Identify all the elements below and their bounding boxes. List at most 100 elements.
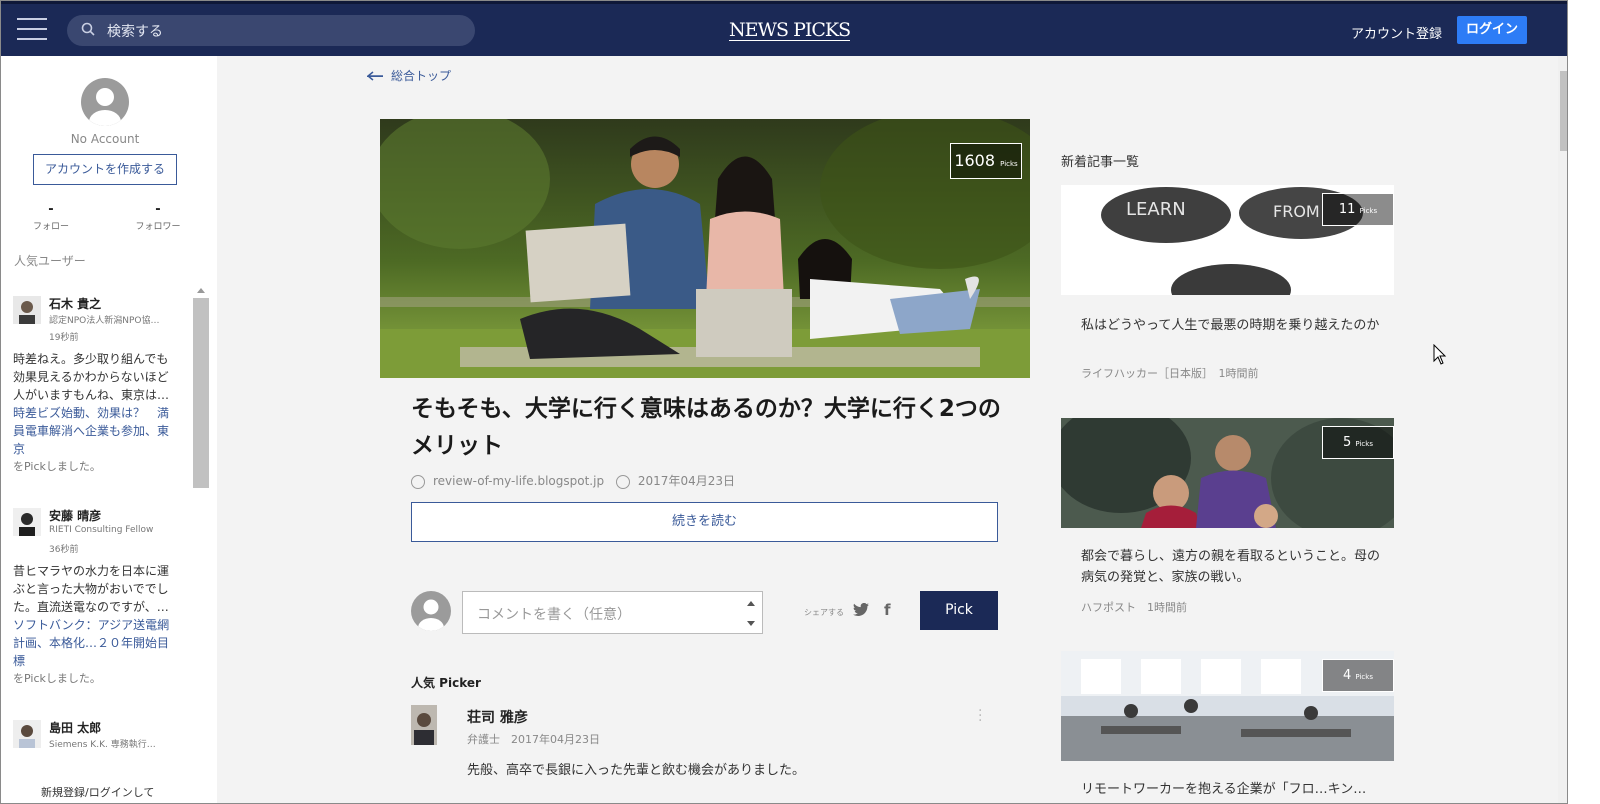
user-name[interactable]: 島田 太郎 bbox=[49, 719, 101, 736]
spin-down-icon[interactable] bbox=[747, 621, 755, 626]
picker-meta: 弁護士 2017年04月23日 bbox=[467, 731, 600, 747]
picker-avatar[interactable] bbox=[411, 705, 437, 745]
follower-label: フォロワー bbox=[135, 222, 181, 232]
pick-button[interactable]: Pick bbox=[920, 591, 998, 630]
picker-role: 弁護士 bbox=[467, 733, 500, 746]
new-articles-heading: 新着記事一覧 bbox=[1061, 155, 1140, 170]
spin-up-icon[interactable] bbox=[747, 601, 755, 606]
list-item: 安藤 晴彦 RIETI Consulting Fellow 36秒前 昔ヒマラヤ… bbox=[13, 500, 191, 712]
user-title: RIETI Consulting Fellow bbox=[49, 525, 154, 535]
follower-stat[interactable]: - フォロワー bbox=[128, 202, 188, 232]
user-name[interactable]: 石木 貴之 bbox=[49, 295, 101, 312]
user-avatar[interactable] bbox=[13, 508, 41, 536]
article-thumb[interactable]: 5 Picks bbox=[1061, 418, 1394, 528]
browser-viewport: 検索する NEWS PICKS アカウント登録 ログイン No Account … bbox=[0, 0, 1568, 804]
article-title[interactable]: 私はどうやって人生で最悪の時期を乗り越えたのか bbox=[1081, 315, 1381, 336]
picker-name[interactable]: 荘司 雅彦 bbox=[467, 707, 528, 727]
list-item: 島田 太郎 Siemens K.K. 専務執行… bbox=[13, 712, 191, 749]
picked-article-link[interactable]: 時差ビズ始動、効果は？ 満員電車解消へ企業も参加、東京 bbox=[13, 404, 173, 458]
picked-article-link[interactable]: ソフトバンク：アジア送電網計画、本格化…２０年開始目標 bbox=[13, 616, 173, 670]
search-placeholder: 検索する bbox=[107, 24, 163, 40]
left-sidebar: No Account アカウントを作成する - フォロー - フォロワー 人気ユ… bbox=[1, 56, 217, 803]
avatar bbox=[81, 78, 129, 126]
article-source: ハフポスト 1時間前 bbox=[1081, 599, 1187, 615]
picks-count: 1608 bbox=[954, 151, 996, 170]
follow-count: - bbox=[48, 202, 54, 217]
twitter-icon[interactable] bbox=[853, 603, 869, 617]
facebook-icon[interactable]: f bbox=[884, 601, 891, 619]
list-item: 石木 貴之 認定NPO法人新潟NPO協… 19秒前 時差ねえ。多少取り組んでも効… bbox=[13, 288, 191, 500]
picks-badge: 1608 Picks bbox=[950, 143, 1022, 179]
follow-label: フォロー bbox=[32, 222, 69, 232]
popular-picker-heading: 人気 Picker bbox=[411, 676, 481, 690]
user-avatar[interactable] bbox=[13, 720, 41, 748]
create-account-button[interactable]: アカウントを作成する bbox=[33, 154, 177, 185]
picked-suffix: をPickしました。 bbox=[13, 460, 101, 473]
article-meta: review-of-my-life.blogspot.jp 2017年04月23… bbox=[411, 472, 735, 489]
signup-prompt[interactable]: 新規登録/ログインして bbox=[41, 784, 154, 800]
picks-unit: Picks bbox=[1355, 673, 1373, 681]
user-time: 19秒前 bbox=[49, 333, 79, 343]
avatar bbox=[411, 591, 451, 631]
svg-text:FROM: FROM bbox=[1273, 202, 1320, 221]
mouse-cursor-icon bbox=[1433, 344, 1447, 365]
article-title[interactable]: 都会で暮らし、遠方の親を看取るということ。母の病気の発覚と、家族の戦い。 bbox=[1081, 546, 1381, 588]
article-source[interactable]: review-of-my-life.blogspot.jp bbox=[433, 474, 604, 488]
picks-badge: 5 Picks bbox=[1322, 426, 1394, 459]
site-logo[interactable]: NEWS PICKS bbox=[729, 20, 851, 41]
article-title[interactable]: リモートワーカーを抱える企業が「フロ…キン… bbox=[1081, 779, 1381, 800]
picks-unit: Picks bbox=[1359, 207, 1378, 215]
clock-icon bbox=[615, 474, 630, 489]
picks-count: 4 bbox=[1343, 668, 1352, 683]
back-to-top-link[interactable]: 総合トップ bbox=[367, 67, 451, 84]
picks-badge: 4 Picks bbox=[1322, 659, 1394, 692]
user-title: 認定NPO法人新潟NPO協… bbox=[49, 316, 160, 326]
svg-text:LEARN: LEARN bbox=[1126, 199, 1186, 220]
article-hero-image[interactable]: 1608 Picks bbox=[380, 119, 1030, 378]
article-date: 2017年04月23日 bbox=[637, 474, 735, 488]
picked-suffix: をPickしました。 bbox=[13, 672, 101, 685]
source-time: 1時間前 bbox=[1218, 367, 1259, 380]
article-thumb[interactable]: LEARN FROM 11 Picks bbox=[1061, 185, 1394, 295]
comment-placeholder: コメントを書く（任意） bbox=[477, 607, 631, 623]
user-name[interactable]: 安藤 晴彦 bbox=[49, 507, 101, 524]
scroll-up-icon[interactable] bbox=[197, 288, 205, 293]
no-account-label: No Account bbox=[70, 132, 140, 146]
page-scroll-thumb[interactable] bbox=[1560, 71, 1567, 151]
source-name: ハフポスト bbox=[1081, 601, 1136, 614]
popular-users-heading: 人気ユーザー bbox=[14, 254, 86, 268]
share-label: シェアする bbox=[804, 608, 844, 617]
user-time: 36秒前 bbox=[49, 545, 79, 555]
popular-user-list[interactable]: 石木 貴之 認定NPO法人新潟NPO協… 19秒前 時差ねえ。多少取り組んでも効… bbox=[13, 288, 191, 749]
back-arrow-icon bbox=[367, 71, 383, 81]
globe-icon bbox=[411, 474, 425, 489]
follower-count: - bbox=[155, 202, 161, 217]
user-list-scrollbar[interactable] bbox=[193, 288, 209, 488]
more-icon[interactable]: · · · bbox=[978, 704, 982, 728]
top-header: 検索する NEWS PICKS アカウント登録 ログイン bbox=[1, 1, 1567, 56]
outer-margin bbox=[1568, 0, 1600, 804]
picks-unit: Picks bbox=[1000, 160, 1018, 168]
user-comment[interactable]: 時差ねえ。多少取り組んでも効果見えるかわからないほど人がいますもんね、東京は… bbox=[13, 350, 173, 404]
login-button[interactable]: ログイン bbox=[1457, 16, 1527, 44]
article-title[interactable]: そもそも、大学に行く意味はあるのか？大学に行く2つのメリット bbox=[411, 391, 1001, 465]
picks-unit: Picks bbox=[1355, 440, 1373, 448]
picks-badge: 11 Picks bbox=[1322, 193, 1394, 226]
page-scrollbar[interactable] bbox=[1558, 56, 1567, 803]
read-more-button[interactable]: 続きを読む bbox=[411, 502, 998, 542]
scroll-thumb[interactable] bbox=[193, 298, 209, 488]
picker-date: 2017年04月23日 bbox=[511, 733, 600, 746]
user-avatar[interactable] bbox=[13, 296, 41, 324]
menu-icon[interactable] bbox=[17, 18, 47, 40]
register-link[interactable]: アカウント登録 bbox=[1351, 23, 1442, 42]
source-name: ライフハッカー［日本版］ bbox=[1081, 367, 1208, 380]
back-label: 総合トップ bbox=[391, 69, 452, 83]
picker-comment[interactable]: 先般、高卒で長銀に入った先輩と飲む機会がありました。 bbox=[467, 759, 805, 778]
picks-count: 5 bbox=[1343, 435, 1352, 450]
follow-stat[interactable]: - フォロー bbox=[21, 202, 81, 232]
article-thumb[interactable]: 4 Picks bbox=[1061, 651, 1394, 761]
comment-textarea[interactable]: コメントを書く（任意） bbox=[462, 591, 763, 634]
user-title: Siemens K.K. 専務執行… bbox=[49, 740, 156, 749]
user-comment[interactable]: 昔ヒマラヤの水力を日本に運ぶと言った大物がおいででした。直流送電なのですが、… bbox=[13, 562, 173, 616]
search-input[interactable]: 検索する bbox=[67, 15, 475, 46]
